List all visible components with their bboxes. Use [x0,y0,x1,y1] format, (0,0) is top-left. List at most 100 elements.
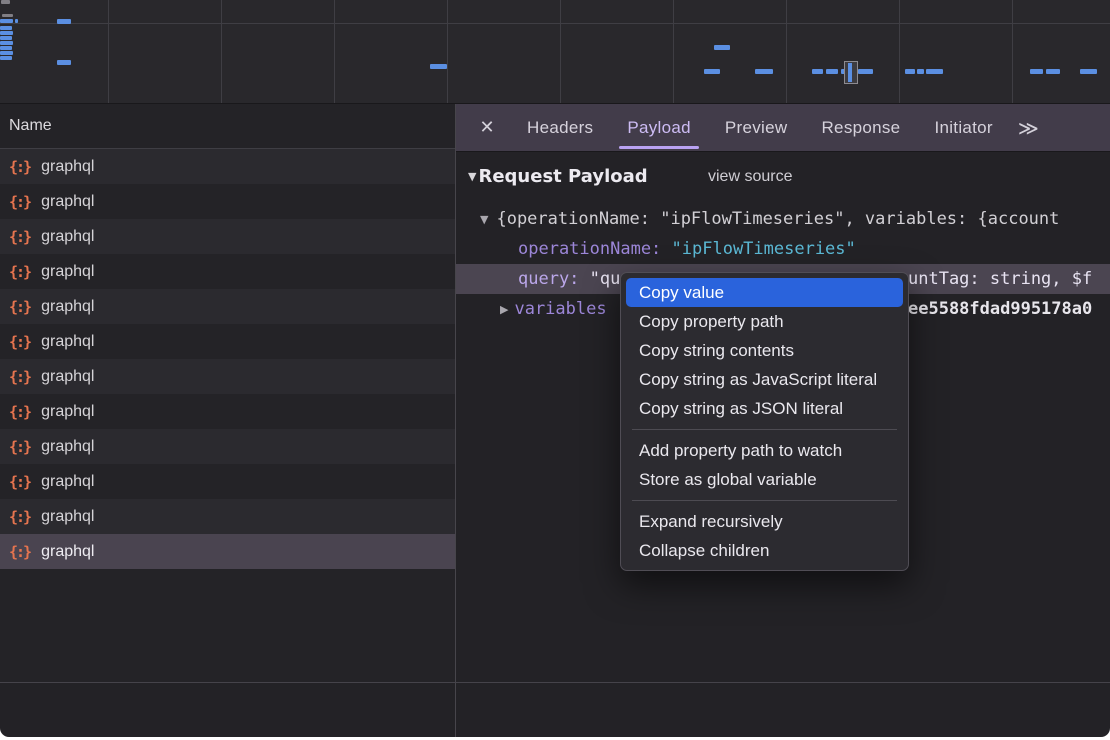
menu-item-collapse-children[interactable]: Collapse children [621,536,908,565]
request-name: graphql [41,298,94,316]
overview-selected-request-marker [844,61,858,84]
request-timing-bar [57,19,71,24]
request-name: graphql [41,263,94,281]
network-request-row[interactable]: {:} graphql [0,184,455,219]
request-timing-bar [714,45,730,50]
context-menu: Copy valueCopy property pathCopy string … [620,272,909,571]
property-key: variables [514,299,606,319]
request-name: graphql [41,368,94,386]
network-request-row[interactable]: {:} graphql [0,219,455,254]
request-timing-bar [1080,69,1097,74]
request-name: graphql [41,543,94,561]
section-title: Request Payload [478,166,647,187]
json-braces-icon: {:} [9,333,32,351]
request-timing-bar [755,69,773,74]
timeline-gridline [108,0,109,103]
menu-separator [632,429,897,430]
section-collapse-icon[interactable]: ▼ [468,170,476,183]
menu-item-store-as-global-variable[interactable]: Store as global variable [621,465,908,494]
request-timing-bar [858,69,873,74]
details-tabbar: ✕ HeadersPayloadPreviewResponseInitiator… [456,104,1110,152]
network-request-row[interactable]: {:} graphql [0,149,455,184]
request-name: graphql [41,473,94,491]
json-braces-icon: {:} [9,298,32,316]
request-timing-bar [430,64,447,69]
request-timing-bar [0,36,12,40]
requests-panel: Name {:} graphql {:} graphql {:} graphql {:} gr… [0,104,455,682]
expand-triangle-icon[interactable]: ▶ [500,303,508,316]
json-braces-icon: {:} [9,368,32,386]
menu-item-add-property-path-to-watch[interactable]: Add property path to watch [621,436,908,465]
property-value: "ipFlowTimeseries" [672,239,856,259]
json-braces-icon: {:} [9,193,32,211]
menu-item-copy-string-as-javascript-literal[interactable]: Copy string as JavaScript literal [621,365,908,394]
tab-headers[interactable]: Headers [510,104,610,151]
tree-row-root[interactable]: ▼ {operationName: "ipFlowTimeseries", va… [456,204,1110,234]
json-braces-icon: {:} [9,158,32,176]
request-timing-bar [2,14,13,17]
request-name: graphql [41,193,94,211]
request-name: graphql [41,403,94,421]
view-source-link[interactable]: view source [708,168,792,186]
network-request-row[interactable]: {:} graphql [0,464,455,499]
request-name: graphql [41,333,94,351]
timeline-gridline [447,0,448,103]
menu-item-copy-string-contents[interactable]: Copy string contents [621,336,908,365]
timeline-gridline [673,0,674,103]
more-tabs-icon[interactable]: ≫ [1018,116,1039,140]
request-timing-bar [0,51,13,55]
menu-item-copy-property-path[interactable]: Copy property path [621,307,908,336]
footer-divider [0,682,1110,683]
request-timing-bar [1046,69,1060,74]
devtools-window: Name {:} graphql {:} graphql {:} graphql {:} gr… [0,0,1110,737]
network-request-row[interactable]: {:} graphql [0,534,455,569]
tab-payload[interactable]: Payload [610,104,708,151]
request-timing-bar [826,69,838,74]
column-header-name[interactable]: Name [0,104,455,149]
tree-row-operation-name[interactable]: operationName: "ipFlowTimeseries" [456,234,1110,264]
json-braces-icon: {:} [9,228,32,246]
network-request-row[interactable]: {:} graphql [0,254,455,289]
tab-preview[interactable]: Preview [708,104,805,151]
tab-response[interactable]: Response [804,104,917,151]
request-name: graphql [41,158,94,176]
timeline-gridline [1012,0,1013,103]
request-timing-bar [704,69,720,74]
timeline-gridline [221,0,222,103]
network-request-row[interactable]: {:} graphql [0,359,455,394]
json-braces-icon: {:} [9,263,32,281]
network-request-row[interactable]: {:} graphql [0,429,455,464]
network-request-row[interactable]: {:}graphql [0,499,455,534]
json-braces-icon: {:} [9,403,32,421]
request-name: graphql [41,438,94,456]
request-timing-bar [905,69,915,74]
json-braces-icon: {:} [9,473,32,491]
close-details-icon[interactable]: ✕ [476,117,498,138]
timeline-gridline [560,0,561,103]
json-braces-icon: {:} [9,438,32,456]
menu-item-copy-value[interactable]: Copy value [626,278,903,307]
network-overview-timeline[interactable] [0,0,1110,104]
timeline-gridline [334,0,335,103]
request-timing-bar [0,56,12,60]
menu-item-expand-recursively[interactable]: Expand recursively [621,507,908,536]
column-header-label: Name [9,117,52,135]
network-request-row[interactable]: {:} graphql [0,289,455,324]
request-timing-bar [926,69,943,74]
request-timing-bar [1,0,10,4]
network-request-row[interactable]: {:} graphql [0,394,455,429]
root-object-preview: {operationName: "ipFlowTimeseries", vari… [496,209,1059,229]
request-timing-bar [57,60,71,65]
json-braces-icon: {:} [9,543,32,561]
request-timing-bar [15,19,18,23]
expand-triangle-icon[interactable]: ▼ [480,213,488,226]
property-value-right: untTag: string, $f [908,264,1092,294]
timeline-gridline [899,0,900,103]
menu-item-copy-string-as-json-literal[interactable]: Copy string as JSON literal [621,394,908,423]
tab-initiator[interactable]: Initiator [917,104,1009,151]
json-braces-icon: {:} [9,508,32,526]
request-name: graphql [41,228,94,246]
menu-separator [632,500,897,501]
network-request-row[interactable]: {:} graphql [0,324,455,359]
request-timing-bar [0,31,13,35]
